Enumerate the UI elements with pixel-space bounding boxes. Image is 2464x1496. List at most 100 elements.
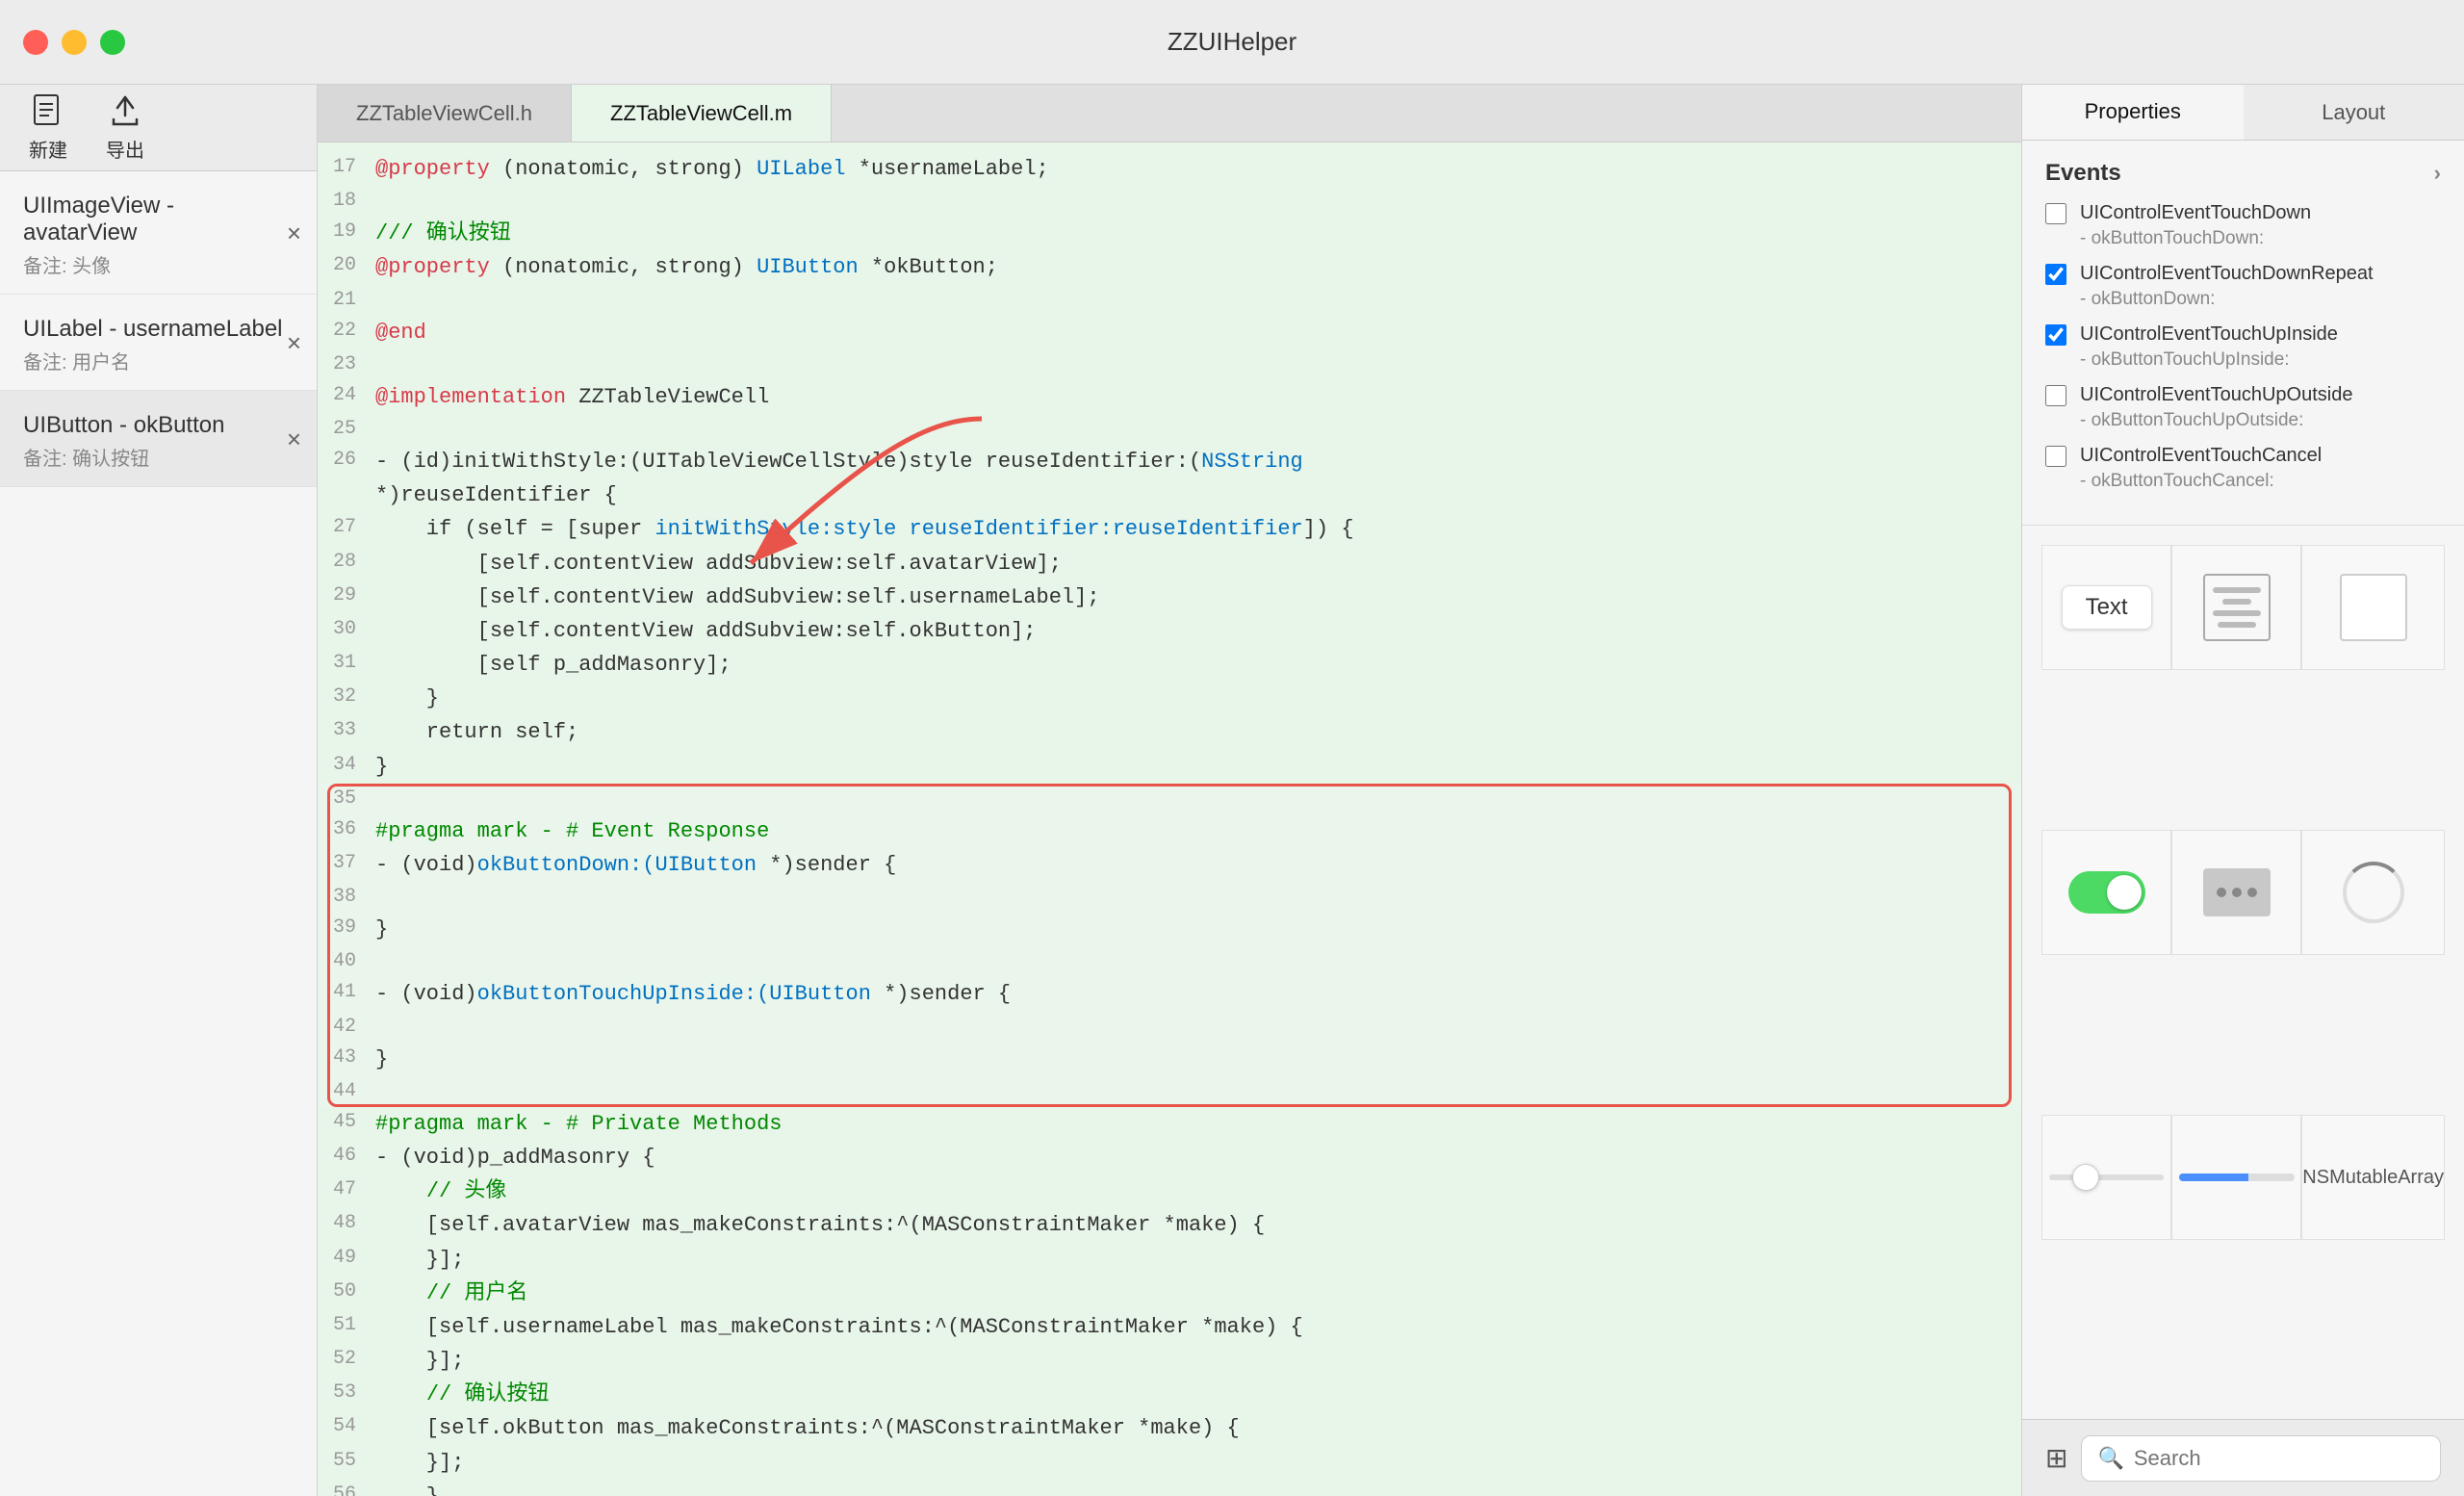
view-widget — [2340, 574, 2407, 641]
code-line: 49 }]; — [318, 1243, 2021, 1277]
dot-1 — [2217, 888, 2226, 897]
sidebar-item-avatarview[interactable]: UIImageView - avatarView 备注: 头像 × — [0, 171, 317, 295]
widget-text-button[interactable]: Text — [2041, 545, 2171, 670]
event-checkbox-3[interactable] — [2045, 385, 2066, 406]
sidebar-item-title-0: UIImageView - avatarView — [23, 193, 294, 246]
tab-layout[interactable]: Layout — [2244, 85, 2464, 140]
widget-switch[interactable] — [2041, 830, 2171, 955]
minimize-button[interactable] — [62, 30, 87, 55]
events-chevron[interactable]: › — [2434, 161, 2441, 186]
sidebar: UIImageView - avatarView 备注: 头像 × UILabe… — [0, 85, 318, 1496]
event-checkbox-2[interactable] — [2045, 324, 2066, 346]
widget-progress[interactable] — [2171, 1115, 2301, 1240]
code-line: 25 — [318, 414, 2021, 445]
dot-2 — [2232, 888, 2242, 897]
widget-spinner[interactable] — [2301, 830, 2445, 955]
new-button[interactable]: 新建 — [29, 92, 67, 163]
event-item-2: UIControlEventTouchUpInside - okButtonTo… — [2045, 323, 2441, 371]
code-line: 46- (void)p_addMasonry { — [318, 1141, 2021, 1174]
widget-image-view[interactable] — [2171, 545, 2301, 670]
code-line: 36#pragma mark - # Event Response — [318, 814, 2021, 848]
code-line: 33 return self; — [318, 715, 2021, 749]
progress-fill — [2179, 1174, 2248, 1181]
search-input[interactable] — [2134, 1446, 2425, 1471]
sidebar-item-usernamelabel[interactable]: UILabel - usernameLabel 备注: 用户名 × — [0, 295, 317, 391]
code-line: 34} — [318, 750, 2021, 784]
event-checkbox-4[interactable] — [2045, 446, 2066, 467]
code-content[interactable]: 17@property (nonatomic, strong) UILabel … — [318, 142, 2021, 1496]
events-title: Events › — [2045, 160, 2441, 187]
code-line: 35 — [318, 784, 2021, 814]
export-icon — [107, 92, 143, 129]
event-item-3: UIControlEventTouchUpOutside - okButtonT… — [2045, 384, 2441, 431]
grid-icon[interactable]: ⊞ — [2045, 1442, 2067, 1474]
image-line-4 — [2218, 622, 2256, 628]
search-icon: 🔍 — [2097, 1446, 2123, 1471]
sidebar-item-note-0: 备注: 头像 — [23, 250, 294, 278]
text-widget[interactable]: Text — [2062, 585, 2152, 630]
export-button[interactable]: 导出 — [106, 92, 144, 163]
code-line: 27 if (self = [super initWithStyle:style… — [318, 512, 2021, 546]
code-line: 42 — [318, 1012, 2021, 1043]
progress-widget — [2179, 1174, 2295, 1181]
main-layout: UIImageView - avatarView 备注: 头像 × UILabe… — [0, 85, 2464, 1496]
sidebar-item-close-1[interactable]: × — [287, 330, 301, 355]
maximize-button[interactable] — [100, 30, 125, 55]
code-line: 38 — [318, 882, 2021, 913]
event-name-4: UIControlEventTouchCancel — [2080, 445, 2322, 467]
code-line: 45#pragma mark - # Private Methods — [318, 1107, 2021, 1141]
event-name-2: UIControlEventTouchUpInside — [2080, 323, 2338, 346]
slider-widget — [2049, 1174, 2165, 1180]
code-line: 52 }]; — [318, 1344, 2021, 1378]
events-section: Events › UIControlEventTouchDown - okBut… — [2022, 141, 2464, 526]
new-icon — [30, 92, 66, 129]
event-item-0: UIControlEventTouchDown - okButtonTouchD… — [2045, 202, 2441, 249]
code-line: 44 — [318, 1076, 2021, 1107]
sidebar-item-okbutton[interactable]: UIButton - okButton 备注: 确认按钮 × — [0, 391, 317, 487]
event-handler-1: - okButtonDown: — [2080, 289, 2441, 310]
event-item-4: UIControlEventTouchCancel - okButtonTouc… — [2045, 445, 2441, 492]
code-line: 50 // 用户名 — [318, 1277, 2021, 1310]
image-line-2 — [2222, 599, 2251, 605]
progress-track — [2179, 1174, 2295, 1181]
code-line: 24@implementation ZZTableViewCell — [318, 380, 2021, 414]
widget-view[interactable] — [2301, 545, 2445, 670]
code-line: 43} — [318, 1043, 2021, 1076]
code-line: 39} — [318, 913, 2021, 946]
tab-properties[interactable]: Properties — [2022, 85, 2244, 140]
search-bar[interactable]: 🔍 — [2081, 1435, 2441, 1482]
titlebar: ZZUIHelper — [0, 0, 2464, 85]
right-panel-tabs: Properties Layout — [2022, 85, 2464, 141]
slider-thumb — [2072, 1164, 2099, 1191]
code-line: 48 [self.avatarView mas_makeConstraints:… — [318, 1208, 2021, 1242]
sidebar-item-close-2[interactable]: × — [287, 426, 301, 451]
event-name-1: UIControlEventTouchDownRepeat — [2080, 263, 2374, 285]
widget-nsmutablearray[interactable]: NSMutableArray — [2301, 1115, 2445, 1240]
code-line: 19/// 确认按钮 — [318, 217, 2021, 250]
toolbar: 新建 导出 — [0, 85, 318, 171]
code-line: 20@property (nonatomic, strong) UIButton… — [318, 250, 2021, 284]
widget-slider[interactable] — [2041, 1115, 2171, 1240]
tab-h-file[interactable]: ZZTableViewCell.h — [318, 85, 572, 142]
code-line: 21 — [318, 285, 2021, 316]
code-line: 22@end — [318, 316, 2021, 349]
code-line: 28 [self.contentView addSubview:self.ava… — [318, 547, 2021, 580]
tab-m-file[interactable]: ZZTableViewCell.m — [572, 85, 832, 142]
dots-widget — [2203, 868, 2271, 916]
sidebar-item-note-2: 备注: 确认按钮 — [23, 443, 294, 471]
close-button[interactable] — [23, 30, 48, 55]
toggle-widget — [2068, 871, 2145, 914]
event-checkbox-1[interactable] — [2045, 264, 2066, 285]
image-line-3 — [2213, 610, 2261, 616]
event-item-1: UIControlEventTouchDownRepeat - okButton… — [2045, 263, 2441, 310]
sidebar-item-close-0[interactable]: × — [287, 220, 301, 245]
code-line: *)reuseIdentifier { — [318, 478, 2021, 512]
widget-activity[interactable] — [2171, 830, 2301, 955]
event-checkbox-0[interactable] — [2045, 203, 2066, 224]
spinner-widget — [2343, 862, 2404, 923]
window-controls — [23, 30, 125, 55]
code-line: 41- (void)okButtonTouchUpInside:(UIButto… — [318, 977, 2021, 1011]
code-line: 54 [self.okButton mas_makeConstraints:^(… — [318, 1411, 2021, 1445]
event-handler-4: - okButtonTouchCancel: — [2080, 471, 2441, 492]
event-name-3: UIControlEventTouchUpOutside — [2080, 384, 2352, 406]
